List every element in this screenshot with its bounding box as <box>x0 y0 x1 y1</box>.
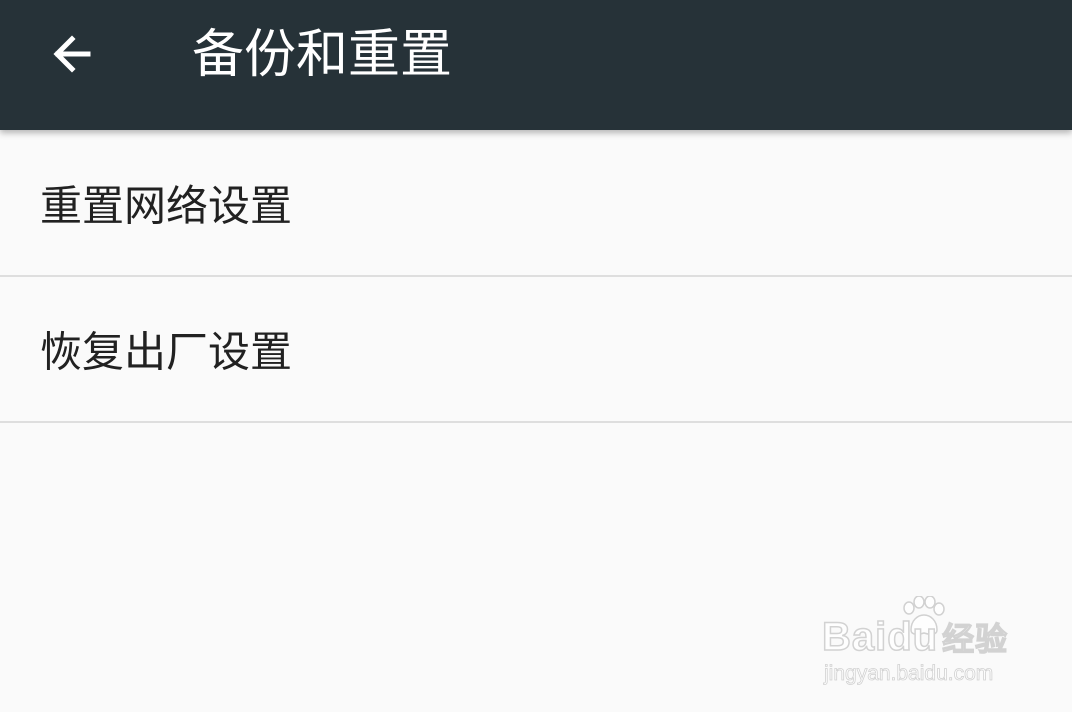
watermark-brand-latin: Baidu <box>821 614 939 660</box>
factory-reset-item[interactable]: 恢复出厂设置 <box>0 277 1072 423</box>
list-item-label: 恢复出厂设置 <box>40 327 293 377</box>
watermark-brand: Baidu 经验 <box>821 614 1009 660</box>
app-bar: 备份和重置 <box>0 0 1072 130</box>
arrow-back-icon <box>53 35 91 73</box>
reset-network-settings-item[interactable]: 重置网络设置 <box>0 130 1072 277</box>
page-title: 备份和重置 <box>192 25 453 85</box>
watermark-url: jingyan.baidu.com <box>824 662 994 686</box>
watermark-brand-cn: 经验 <box>942 620 1009 657</box>
back-button[interactable] <box>36 22 108 86</box>
settings-list: 重置网络设置 恢复出厂设置 <box>0 130 1072 423</box>
baidu-jingyan-watermark: Baidu 经验 jingyan.baidu.com <box>821 596 1022 692</box>
list-item-label: 重置网络设置 <box>40 181 293 230</box>
